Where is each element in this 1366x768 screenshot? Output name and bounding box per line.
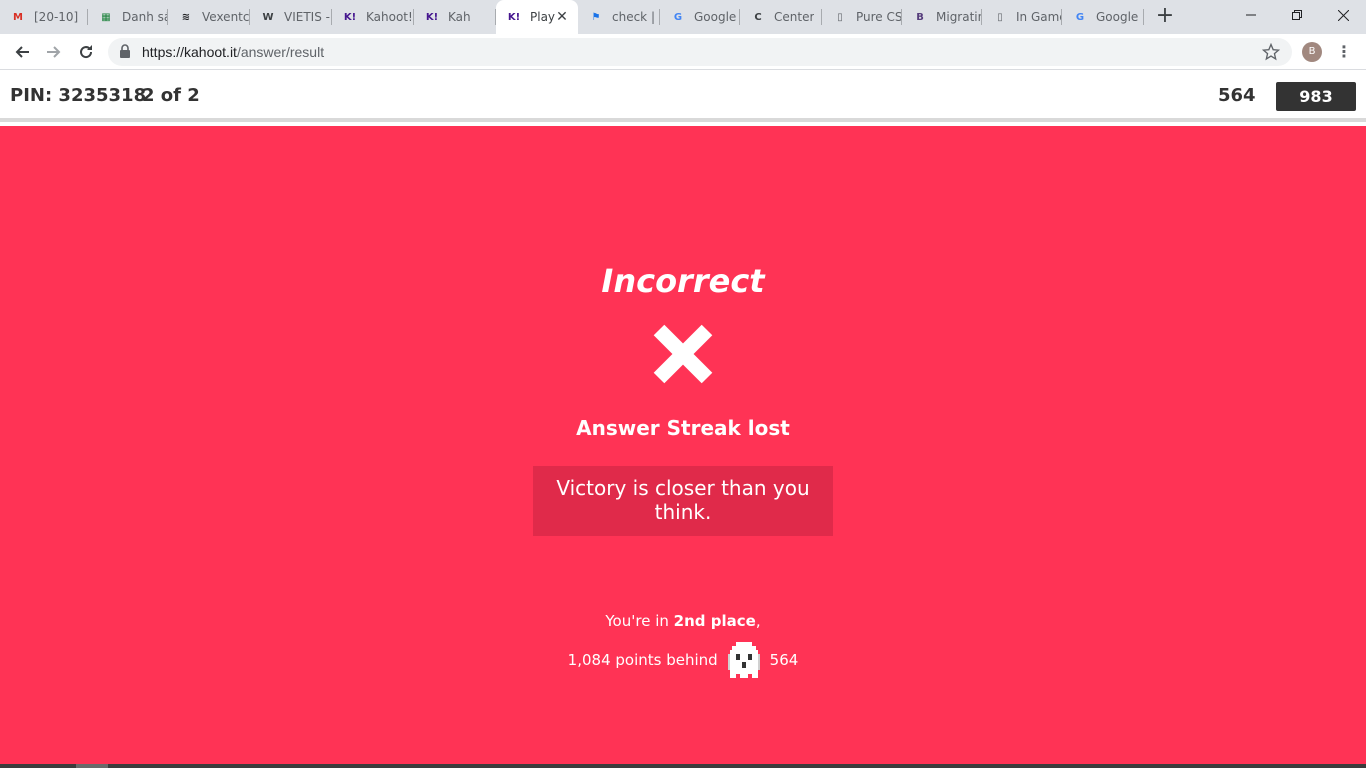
document-icon: ▯ — [997, 11, 1003, 23]
tab-title: Google — [1096, 10, 1139, 24]
tab-title: Google — [694, 10, 737, 24]
sheets-icon: ▦ — [101, 11, 111, 23]
tab-title: Danh sá — [122, 10, 168, 24]
browser-tab-12[interactable]: ▯ In Game — [982, 0, 1062, 34]
player-nickname: 983 — [1276, 82, 1356, 111]
forward-button[interactable] — [40, 38, 68, 66]
streak-status: Answer Streak lost — [576, 416, 790, 440]
tab-separator — [1143, 9, 1144, 25]
close-icon — [1337, 9, 1349, 21]
tab-title: In Game — [1016, 10, 1062, 24]
tab-title: Play — [530, 10, 556, 24]
restore-icon — [1292, 10, 1302, 20]
reload-button[interactable] — [72, 38, 100, 66]
browser-tab-0[interactable]: M [20-10] — [0, 0, 88, 34]
browser-tab-7[interactable]: ⚑ check | — [578, 0, 660, 34]
browser-tab-5[interactable]: K! Kah — [414, 0, 496, 34]
document-icon: ▯ — [837, 11, 843, 23]
browser-menu-icon[interactable]: ⋮ — [1336, 42, 1352, 62]
spotify-icon: ≋ — [181, 11, 191, 23]
browser-tab-11[interactable]: B Migratin — [902, 0, 982, 34]
ghost-avatar-icon — [727, 642, 760, 678]
url-host: https://kahoot.it — [142, 44, 237, 60]
bootstrap-icon: B — [916, 11, 924, 23]
points-behind-text: 1,084 points behind — [567, 651, 718, 669]
place-value: 2nd place — [673, 612, 756, 630]
browser-toolbar: https://kahoot.it/answer/result B ⋮ — [0, 34, 1366, 70]
result-panel: Incorrect Answer Streak lost Victory is … — [0, 126, 1366, 768]
bottom-scrollbar — [0, 764, 1366, 768]
tab-title: Kah — [448, 10, 471, 24]
profile-avatar[interactable]: B — [1302, 42, 1322, 62]
game-header-bar: PIN: 3235318 2 of 2 564 983 — [0, 71, 1366, 122]
tab-title: Pure CS — [856, 10, 902, 24]
restore-button[interactable] — [1274, 0, 1320, 30]
tab-title: Center — [774, 10, 815, 24]
kahoot-icon: K! — [343, 11, 357, 23]
browser-tab-10[interactable]: ▯ Pure CS — [822, 0, 902, 34]
minimize-button[interactable] — [1228, 0, 1274, 30]
incorrect-cross-icon — [653, 324, 713, 384]
question-counter: 2 of 2 — [142, 85, 200, 106]
c-icon: C — [754, 11, 762, 23]
flag-icon: ⚑ — [591, 11, 601, 23]
google-translate-icon: G — [673, 11, 683, 23]
player-score: 564 — [1218, 85, 1256, 106]
lock-icon — [120, 44, 130, 58]
tab-title: [20-10] — [34, 10, 79, 24]
leader-score: 564 — [769, 651, 799, 669]
gmail-icon: M — [13, 11, 23, 23]
back-button[interactable] — [8, 38, 36, 66]
tab-title: Kahoot! — [366, 10, 413, 24]
browser-tab-8[interactable]: G Google — [660, 0, 740, 34]
tab-title: VIETIS - — [284, 10, 330, 24]
browser-tab-3[interactable]: W VIETIS - — [250, 0, 332, 34]
browser-tab-6[interactable]: K! Play ✕ — [496, 0, 578, 34]
browser-tab-strip: M [20-10] ▦ Danh sá ≋ Vexentc W VIETIS - K! Kahoo… — [0, 0, 1366, 34]
game-pin: PIN: 3235318 — [10, 85, 147, 106]
back-arrow-icon — [15, 46, 29, 58]
place-prefix: You're in — [605, 612, 674, 630]
kahoot-icon: K! — [425, 11, 439, 23]
wordpress-icon: W — [262, 11, 274, 23]
browser-tab-9[interactable]: C Center — [740, 0, 822, 34]
kahoot-icon: K! — [507, 11, 521, 23]
reload-icon — [80, 45, 93, 59]
close-window-button[interactable] — [1320, 0, 1366, 30]
url-path: /answer/result — [236, 44, 325, 60]
tab-title: Vexentc — [202, 10, 250, 24]
address-bar[interactable]: https://kahoot.it/answer/result — [108, 38, 1292, 66]
new-tab-button[interactable]: + — [1153, 5, 1177, 29]
encouragement-message: Victory is closer than you think. — [533, 466, 833, 536]
browser-tab-1[interactable]: ▦ Danh sá — [88, 0, 168, 34]
points-behind-row: 1,084 points behind 564 — [0, 642, 1366, 678]
browser-tab-4[interactable]: K! Kahoot! — [332, 0, 414, 34]
forward-arrow-icon — [47, 46, 61, 58]
tab-title: Migratin — [936, 10, 982, 24]
place-suffix: , — [755, 612, 761, 630]
browser-tab-2[interactable]: ≋ Vexentc — [168, 0, 250, 34]
placement-text: You're in 2nd place, — [0, 612, 1366, 630]
tab-close-icon[interactable]: ✕ — [554, 9, 570, 25]
browser-tab-13[interactable]: G Google — [1062, 0, 1144, 34]
bookmark-star-icon[interactable] — [1262, 43, 1280, 61]
result-title: Incorrect — [601, 262, 765, 300]
url-text: https://kahoot.it/answer/result — [142, 44, 324, 60]
google-translate-icon: G — [1075, 11, 1085, 23]
tab-title: check | — [612, 10, 655, 24]
minimize-icon — [1246, 14, 1256, 16]
